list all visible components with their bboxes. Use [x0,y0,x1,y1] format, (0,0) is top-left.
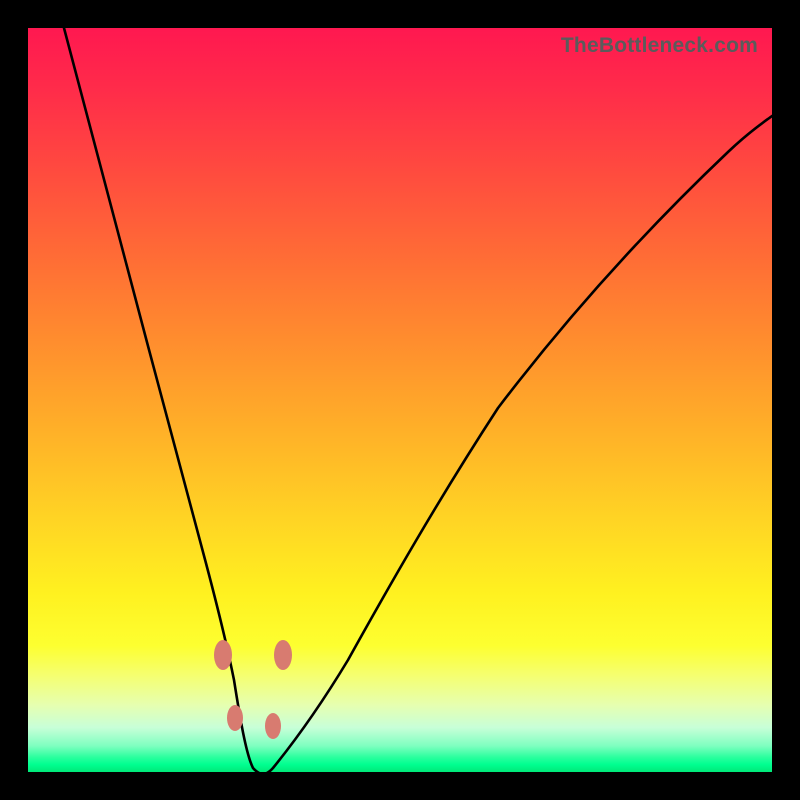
marker-left-upper [214,640,232,670]
curve-svg [28,28,772,772]
marker-right-upper [274,640,292,670]
plot-area: TheBottleneck.com [28,28,772,772]
bottleneck-curve [64,28,772,772]
chart-frame: TheBottleneck.com [0,0,800,800]
marker-group [214,640,292,739]
marker-right-lower [265,713,281,739]
marker-left-lower [227,705,243,731]
